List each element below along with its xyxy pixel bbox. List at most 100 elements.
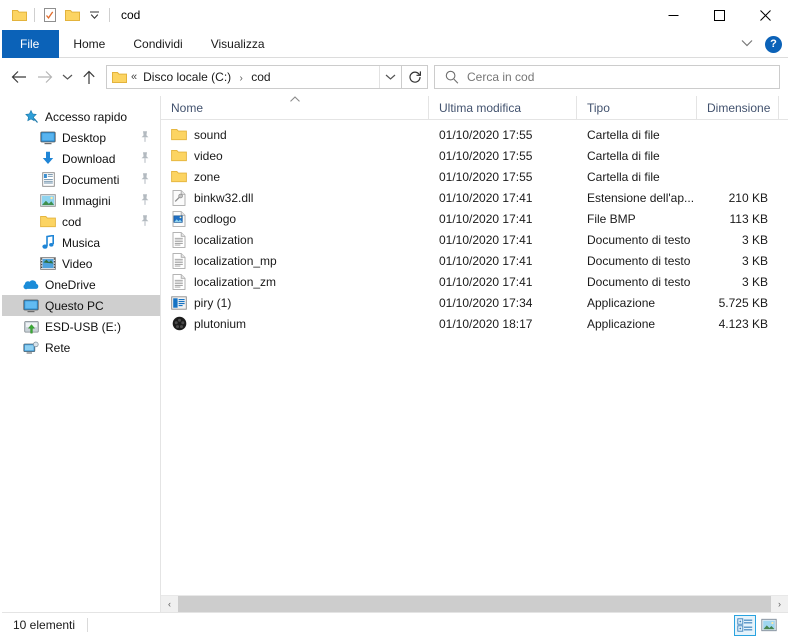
- tab-condividi[interactable]: Condividi: [119, 30, 196, 58]
- file-modified: 01/10/2020 17:41: [439, 190, 533, 205]
- sidebar-item-immagini[interactable]: Immagini: [0, 190, 160, 211]
- column-header-label: Ultima modifica: [439, 100, 522, 115]
- table-row[interactable]: localization 01/10/2020 17:41 Documento …: [161, 229, 788, 250]
- scroll-right-arrow-icon[interactable]: ›: [771, 595, 788, 613]
- sidebar-item-cod[interactable]: cod: [0, 211, 160, 232]
- column-header-ultima-modifica[interactable]: Ultima modifica: [429, 96, 577, 119]
- file-name-cell: localization: [161, 231, 429, 248]
- sidebar-item-label: Musica: [62, 235, 101, 250]
- breadcrumb-separator[interactable]: ›: [235, 73, 248, 84]
- window-title: cod: [121, 8, 141, 22]
- sidebar-item-label: cod: [62, 214, 82, 229]
- sidebar-item-label: Desktop: [62, 130, 107, 145]
- file-name: localization: [194, 232, 254, 247]
- table-row[interactable]: localization_mp 01/10/2020 17:41 Documen…: [161, 250, 788, 271]
- file-type: File BMP: [587, 211, 636, 226]
- file-name-cell: binkw32.dll: [161, 189, 429, 206]
- table-row[interactable]: localization_zm 01/10/2020 17:41 Documen…: [161, 271, 788, 292]
- horizontal-scrollbar[interactable]: ‹ ›: [161, 595, 788, 613]
- usb-drive-icon: [23, 319, 39, 335]
- table-row[interactable]: zone 01/10/2020 17:55 Cartella di file: [161, 166, 788, 187]
- sidebar-item-rete[interactable]: Rete: [0, 337, 160, 358]
- music-icon: [40, 235, 56, 251]
- large-icons-view-button[interactable]: [758, 615, 780, 636]
- table-row[interactable]: plutonium 01/10/2020 18:17 Applicazione …: [161, 313, 788, 334]
- onedrive-icon: [23, 277, 39, 293]
- sidebar-item-label: Immagini: [62, 193, 111, 208]
- pin-icon[interactable]: [140, 172, 150, 187]
- sidebar-item-musica[interactable]: Musica: [0, 232, 160, 253]
- download-icon: [40, 151, 56, 167]
- breadcrumb-bar[interactable]: « Disco locale (C:) › cod: [106, 65, 402, 89]
- customize-dropdown-icon[interactable]: [83, 4, 105, 26]
- breadcrumb: Disco locale (C:) › cod: [143, 70, 379, 84]
- scroll-left-arrow-icon[interactable]: ‹: [161, 595, 178, 613]
- scrollbar-thumb[interactable]: [178, 595, 771, 613]
- sidebar-item-video[interactable]: Video: [0, 253, 160, 274]
- up-button[interactable]: [76, 64, 102, 90]
- table-row[interactable]: video 01/10/2020 17:55 Cartella di file: [161, 145, 788, 166]
- tab-visualizza[interactable]: Visualizza: [197, 30, 279, 58]
- sidebar-item-onedrive[interactable]: OneDrive: [0, 274, 160, 295]
- file-name: binkw32.dll: [194, 190, 254, 205]
- window-controls: [650, 0, 788, 30]
- file-name: piry (1): [194, 295, 232, 310]
- sidebar-item-documenti[interactable]: Documenti: [0, 169, 160, 190]
- table-row[interactable]: binkw32.dll 01/10/2020 17:41 Estensione …: [161, 187, 788, 208]
- breadcrumb-item-drive[interactable]: Disco locale (C:): [143, 70, 231, 84]
- forward-button[interactable]: [32, 64, 58, 90]
- file-name: zone: [194, 169, 221, 184]
- column-header-tipo[interactable]: Tipo: [577, 96, 697, 119]
- table-row[interactable]: codlogo 01/10/2020 17:41 File BMP 113 KB: [161, 208, 788, 229]
- help-icon[interactable]: ?: [765, 35, 782, 53]
- breadcrumb-dropdown-icon[interactable]: [379, 66, 401, 88]
- sidebar-item-esd-usb[interactable]: ESD-USB (E:): [0, 316, 160, 337]
- breadcrumb-item-cod[interactable]: cod: [251, 70, 270, 84]
- chevron-down-icon[interactable]: [737, 38, 757, 50]
- sidebar-item-desktop[interactable]: Desktop: [0, 127, 160, 148]
- file-size: 3 KB: [741, 232, 768, 247]
- tab-file[interactable]: File: [0, 30, 60, 58]
- column-header-nome[interactable]: Nome: [161, 96, 429, 119]
- breadcrumb-overflow-icon[interactable]: «: [131, 71, 137, 83]
- video-icon: [40, 256, 56, 272]
- file-type: Cartella di file: [587, 148, 660, 163]
- pin-icon[interactable]: [140, 130, 150, 145]
- file-size: 210 KB: [728, 190, 768, 205]
- recent-locations-button[interactable]: [58, 64, 76, 90]
- properties-icon[interactable]: [39, 4, 61, 26]
- folder-icon[interactable]: [8, 4, 30, 26]
- sidebar-item-label: Accesso rapido: [45, 109, 128, 124]
- column-header-label: Dimensione: [707, 100, 771, 115]
- sidebar-item-label: Video: [62, 256, 93, 271]
- pictures-icon: [40, 193, 56, 209]
- file-type: Cartella di file: [587, 169, 660, 184]
- table-row[interactable]: piry (1) 01/10/2020 17:34 Applicazione 5…: [161, 292, 788, 313]
- close-button[interactable]: [742, 0, 788, 30]
- scrollbar-track[interactable]: [178, 595, 771, 613]
- tab-home[interactable]: Home: [59, 30, 119, 58]
- file-rows: sound 01/10/2020 17:55 Cartella di file …: [161, 120, 788, 595]
- new-folder-icon[interactable]: [61, 4, 83, 26]
- pin-icon[interactable]: [140, 214, 150, 229]
- file-type: Applicazione: [587, 316, 656, 331]
- sidebar-item-accesso-rapido[interactable]: Accesso rapido: [0, 106, 160, 127]
- maximize-button[interactable]: [696, 0, 742, 30]
- sidebar-item-download[interactable]: Download: [0, 148, 160, 169]
- file-name-cell: video: [161, 148, 429, 164]
- table-row[interactable]: sound 01/10/2020 17:55 Cartella di file: [161, 124, 788, 145]
- file-name: localization_mp: [194, 253, 277, 268]
- minimize-button[interactable]: [650, 0, 696, 30]
- search-input[interactable]: Cerca in cod: [434, 65, 780, 89]
- pin-icon[interactable]: [140, 193, 150, 208]
- column-header-dimensione[interactable]: Dimensione: [697, 96, 779, 119]
- dll-file-icon: [171, 189, 187, 206]
- sidebar-item-questo-pc[interactable]: Questo PC: [0, 295, 160, 316]
- file-modified: 01/10/2020 17:55: [439, 127, 533, 142]
- back-button[interactable]: [6, 64, 32, 90]
- sort-ascending-icon: [289, 96, 300, 104]
- details-view-button[interactable]: [734, 614, 756, 636]
- file-name-cell: plutonium: [161, 316, 429, 332]
- refresh-button[interactable]: [402, 65, 428, 89]
- pin-icon[interactable]: [140, 151, 150, 166]
